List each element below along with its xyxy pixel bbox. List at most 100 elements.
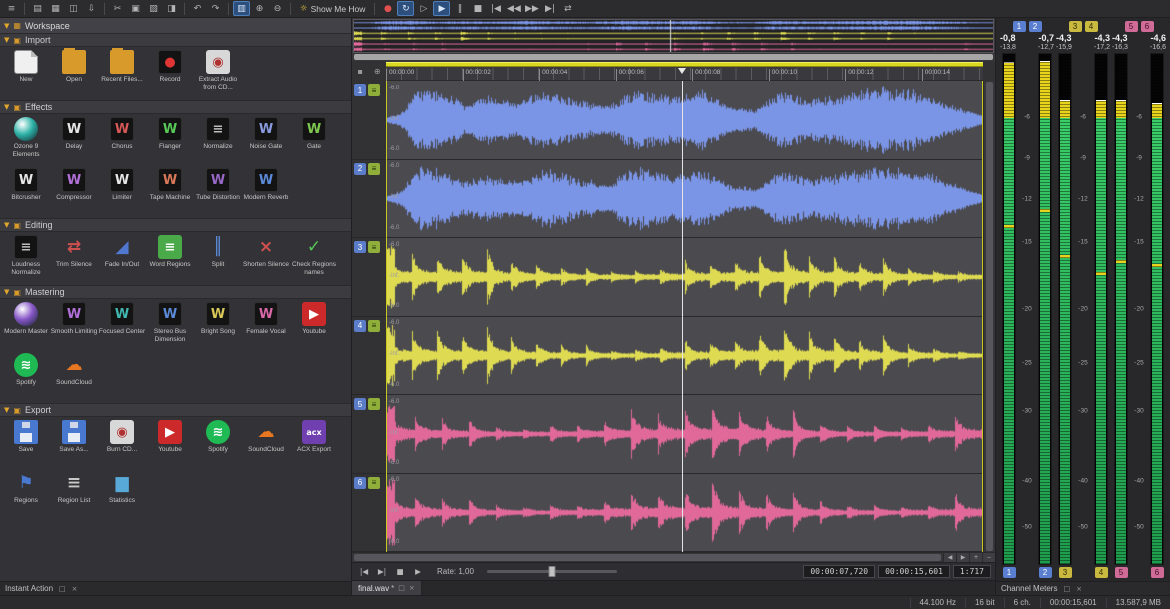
waveform-channel-3[interactable]: -6.0-Inf.-6.0 bbox=[387, 238, 982, 317]
workspace-item-open[interactable]: Open bbox=[50, 48, 98, 99]
zoom-out-icon[interactable]: ⊖ bbox=[269, 1, 286, 16]
playback-cursor[interactable] bbox=[682, 81, 683, 552]
play-all-icon[interactable]: ▷ bbox=[415, 1, 432, 16]
workspace-item-chorus[interactable]: WChorus bbox=[98, 115, 146, 166]
workspace-item-noise-gate[interactable]: WNoise Gate bbox=[242, 115, 290, 166]
workspace-item-smooth-limiting[interactable]: WSmooth Limiting bbox=[50, 300, 98, 351]
overview-scrollbar[interactable] bbox=[354, 54, 993, 60]
section-header-mastering[interactable]: ▼▣Mastering bbox=[0, 285, 351, 299]
waveform-channel-5[interactable]: -6.0-Inf.-6.0 bbox=[387, 395, 982, 474]
go-to-end-icon[interactable]: ▶| bbox=[541, 1, 558, 16]
channel-number-badge[interactable]: 2 bbox=[354, 163, 366, 175]
channel-fx-button[interactable]: ≡ bbox=[368, 163, 380, 175]
overview-strip[interactable] bbox=[353, 19, 994, 53]
trim-icon[interactable]: ◨ bbox=[163, 1, 180, 16]
workspace-item-acx-export[interactable]: acxACX Export bbox=[290, 418, 338, 469]
workspace-item-fade-in-out[interactable]: ◢Fade In/Out bbox=[98, 233, 146, 284]
channel-fx-button[interactable]: ≡ bbox=[368, 241, 380, 253]
vertical-scrollbar[interactable] bbox=[983, 81, 995, 552]
channel-number-badge[interactable]: 1 bbox=[354, 84, 366, 96]
copy-icon[interactable]: ▣ bbox=[127, 1, 144, 16]
workspace-item-trim-silence[interactable]: ⇄Trim Silence bbox=[50, 233, 98, 284]
timeline-ruler[interactable]: 00:00:0000:00:0200:00:0400:00:0600:00:08… bbox=[386, 61, 983, 81]
workspace-panel-header[interactable]: ▼ ▦ Workspace bbox=[0, 18, 351, 33]
waveform-channel-2[interactable]: -6.0-Inf.-6.0 bbox=[387, 160, 982, 239]
float-window-icon[interactable]: □ bbox=[59, 585, 66, 593]
channel-number-badge[interactable]: 5 bbox=[354, 398, 366, 410]
workspace-item-tube-distortion[interactable]: WTube Distortion bbox=[194, 166, 242, 217]
show-me-how-button[interactable]: ☼ Show Me How bbox=[295, 4, 370, 14]
record-icon[interactable]: ● bbox=[379, 1, 396, 16]
play-icon[interactable]: ▶ bbox=[433, 1, 450, 16]
pause-icon[interactable]: ‖ bbox=[451, 1, 468, 16]
float-window-icon[interactable]: □ bbox=[398, 584, 405, 592]
go-to-start-icon[interactable]: |◀ bbox=[487, 1, 504, 16]
waveform-channel-1[interactable]: -6.0-Inf.-6.0 bbox=[387, 81, 982, 160]
workspace-item-loudness-normalize[interactable]: ≡Loudness Normalize bbox=[2, 233, 50, 284]
close-icon[interactable]: × bbox=[72, 585, 78, 593]
workspace-item-save[interactable]: Save bbox=[2, 418, 50, 469]
workspace-item-regions[interactable]: ⚑Regions bbox=[2, 469, 50, 520]
section-header-effects[interactable]: ▼▣Effects bbox=[0, 100, 351, 114]
redo-icon[interactable]: ↷ bbox=[207, 1, 224, 16]
menu-icon[interactable]: ≡ bbox=[3, 1, 20, 16]
workspace-item-modern-reverb[interactable]: WModern Reverb bbox=[242, 166, 290, 217]
workspace-item-flanger[interactable]: WFlanger bbox=[146, 115, 194, 166]
zoom-in-icon[interactable]: ⊕ bbox=[251, 1, 268, 16]
workspace-item-gate[interactable]: WGate bbox=[290, 115, 338, 166]
new-file-icon[interactable]: ▤ bbox=[29, 1, 46, 16]
loop-playback-icon[interactable]: ↻ bbox=[397, 1, 414, 16]
channel-number-badge[interactable]: 4 bbox=[354, 320, 366, 332]
workspace-item-shorten-silence[interactable]: ×Shorten Silence bbox=[242, 233, 290, 284]
workspace-item-burn-cd[interactable]: ◉Burn CD... bbox=[98, 418, 146, 469]
workspace-item-check-regions-names[interactable]: ✓Check Regions names bbox=[290, 233, 338, 284]
workspace-item-female-vocal[interactable]: WFemale Vocal bbox=[242, 300, 290, 351]
workspace-item-compressor[interactable]: WCompressor bbox=[50, 166, 98, 217]
cursor-marker[interactable] bbox=[678, 68, 686, 74]
open-icon[interactable]: ▦ bbox=[47, 1, 64, 16]
waveform-stack[interactable]: -6.0-Inf.-6.0-6.0-Inf.-6.0-6.0-Inf.-6.0-… bbox=[386, 81, 983, 552]
vertical-scrollbar-thumb[interactable] bbox=[986, 82, 993, 551]
float-window-icon[interactable]: □ bbox=[1063, 585, 1070, 593]
workspace-item-split[interactable]: ║Split bbox=[194, 233, 242, 284]
import-icon[interactable]: ⇩ bbox=[83, 1, 100, 16]
workspace-item-normalize[interactable]: ≡Normalize bbox=[194, 115, 242, 166]
rate-slider-thumb[interactable] bbox=[548, 566, 555, 577]
workspace-item-region-list[interactable]: ≡Region List bbox=[50, 469, 98, 520]
workspace-item-extract-audio-from-cd[interactable]: ◉Extract Audio from CD... bbox=[194, 48, 242, 99]
workspace-item-youtube[interactable]: ▶Youtube bbox=[146, 418, 194, 469]
workspace-item-delay[interactable]: WDelay bbox=[50, 115, 98, 166]
stop-icon[interactable]: ■ bbox=[392, 565, 408, 579]
zoom-out-icon[interactable]: − bbox=[982, 553, 995, 562]
workspace-item-youtube[interactable]: ▶Youtube bbox=[290, 300, 338, 351]
tab-final-wav[interactable]: final.wav * □ × bbox=[352, 581, 422, 595]
scroll-left-icon[interactable]: ◀ bbox=[943, 553, 956, 562]
instant-action-tab[interactable]: Instant Action □ × bbox=[0, 581, 351, 595]
go-to-start-icon[interactable]: |◀ bbox=[356, 565, 372, 579]
workspace-item-record[interactable]: ●Record bbox=[146, 48, 194, 99]
rate-slider[interactable] bbox=[487, 570, 617, 573]
section-header-editing[interactable]: ▼▣Editing bbox=[0, 218, 351, 232]
workspace-item-statistics[interactable]: ▆Statistics bbox=[98, 469, 146, 520]
zoom-in-icon[interactable]: + bbox=[969, 553, 982, 562]
channel-number-badge[interactable]: 3 bbox=[354, 241, 366, 253]
close-icon[interactable]: × bbox=[409, 584, 415, 592]
section-header-export[interactable]: ▼▣Export bbox=[0, 403, 351, 417]
workspace-item-tape-machine[interactable]: WTape Machine bbox=[146, 166, 194, 217]
channel-fx-button[interactable]: ≡ bbox=[368, 398, 380, 410]
loop-selection-icon[interactable]: ⇄ bbox=[559, 1, 576, 16]
cut-icon[interactable]: ✂ bbox=[109, 1, 126, 16]
stop-icon[interactable]: ■ bbox=[469, 1, 486, 16]
workspace-item-stereo-bus-dimension[interactable]: WStereo Bus Dimension bbox=[146, 300, 194, 351]
channel-meters-tab[interactable]: Channel Meters □ × bbox=[996, 581, 1170, 595]
lock-icon[interactable]: ▪ bbox=[357, 67, 362, 76]
workspace-item-spotify[interactable]: ≋Spotify bbox=[194, 418, 242, 469]
scroll-right-icon[interactable]: ▶ bbox=[956, 553, 969, 562]
workspace-item-soundcloud[interactable]: ☁SoundCloud bbox=[242, 418, 290, 469]
horizontal-scrollbar[interactable]: ◀▶+− bbox=[352, 552, 995, 562]
paste-icon[interactable]: ▧ bbox=[145, 1, 162, 16]
workspace-item-new[interactable]: New bbox=[2, 48, 50, 99]
workspace-item-soundcloud[interactable]: ☁SoundCloud bbox=[50, 351, 98, 402]
channel-fx-button[interactable]: ≡ bbox=[368, 320, 380, 332]
waveform-channel-6[interactable]: -6.0-Inf.-6.0 bbox=[387, 474, 982, 553]
